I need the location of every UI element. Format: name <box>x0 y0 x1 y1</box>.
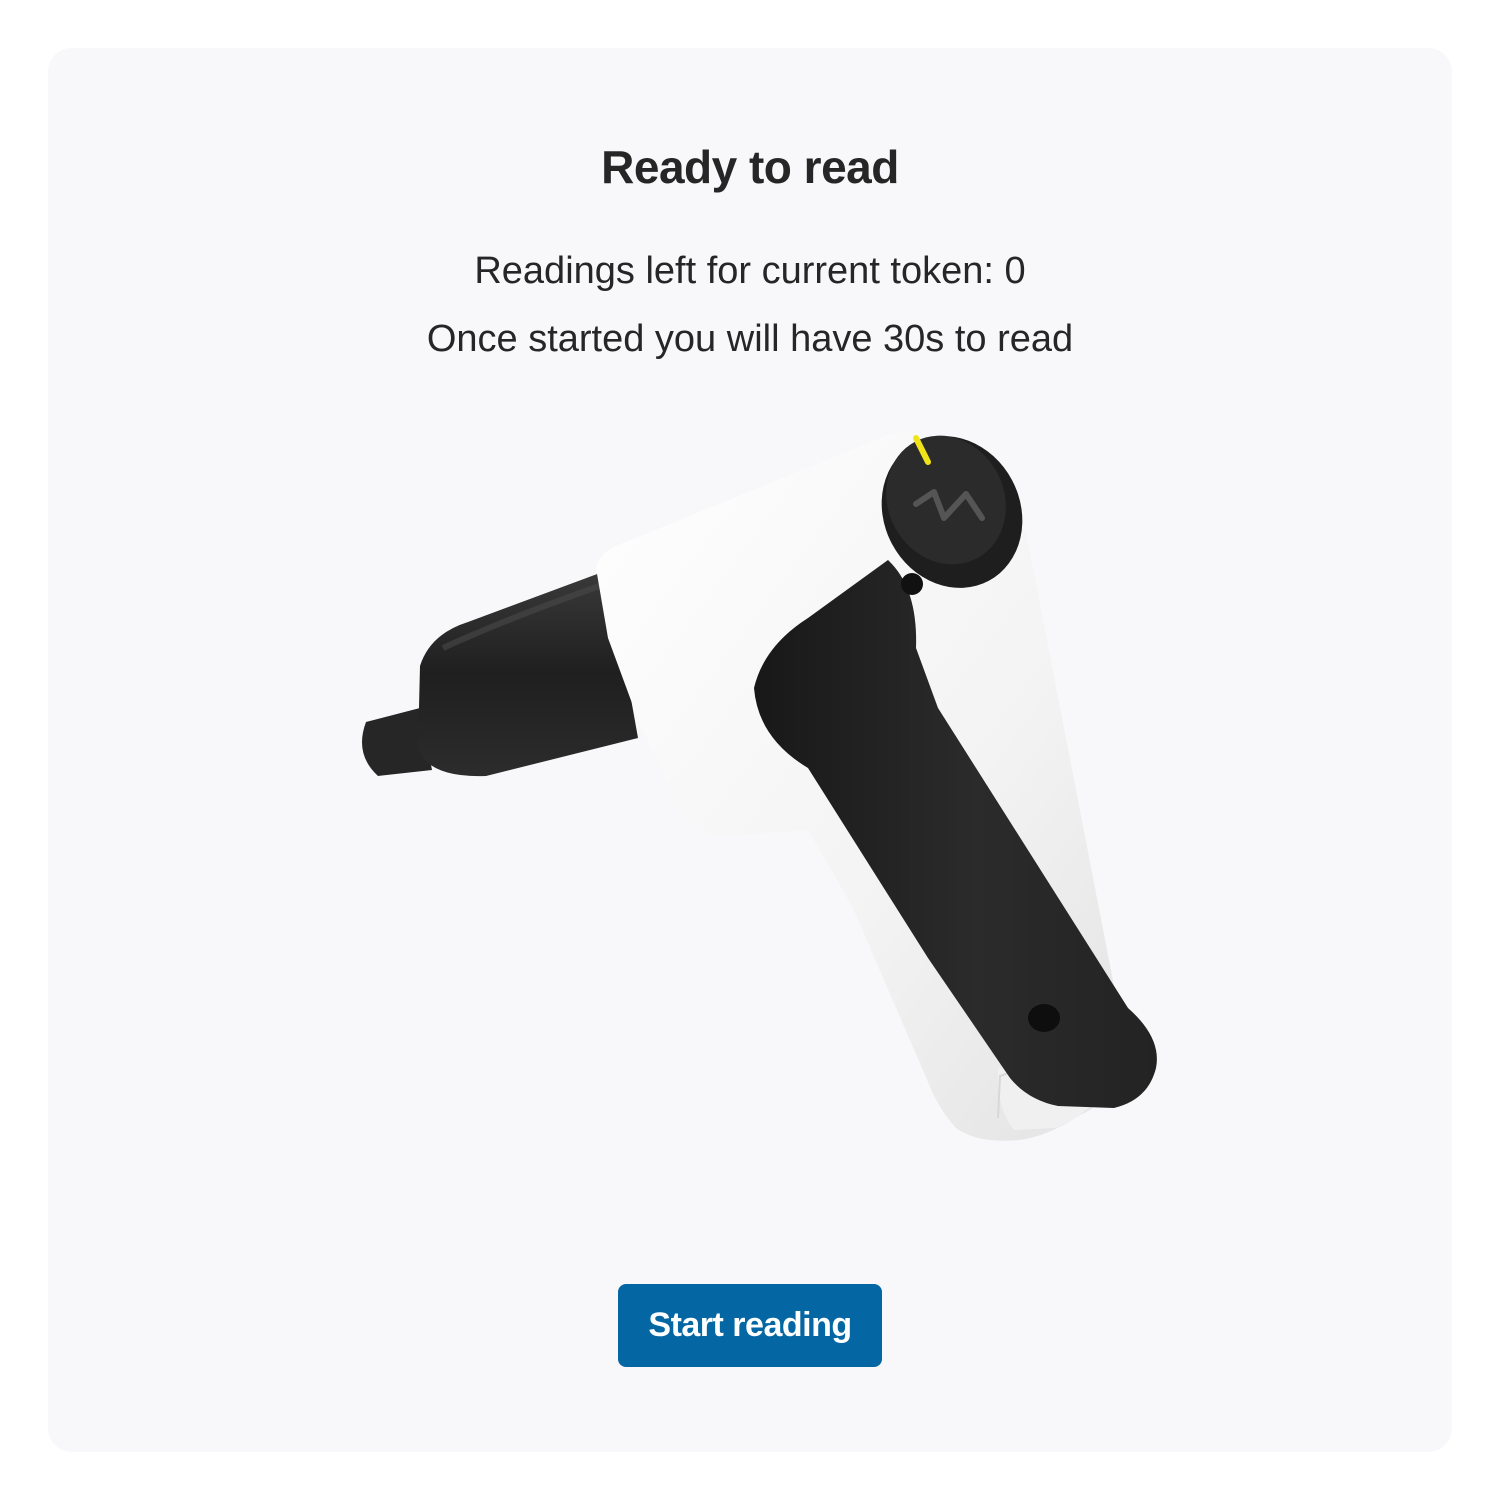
device-body <box>596 431 1128 1141</box>
barrel <box>418 570 638 777</box>
page-title: Ready to read <box>601 141 899 193</box>
time-limit-text: Once started you will have 30s to read <box>426 318 1074 360</box>
readings-left-text: Readings left for current token: 0 <box>474 250 1026 292</box>
ready-card: Ready to read Readings left for current … <box>48 48 1452 1452</box>
lanyard-hole <box>1028 1004 1060 1032</box>
start-reading-button[interactable]: Start reading <box>618 1284 882 1367</box>
nozzle-tip <box>362 708 432 776</box>
top-cap <box>881 436 1023 588</box>
status-indicator <box>913 435 931 465</box>
device-grip <box>754 560 1157 1108</box>
